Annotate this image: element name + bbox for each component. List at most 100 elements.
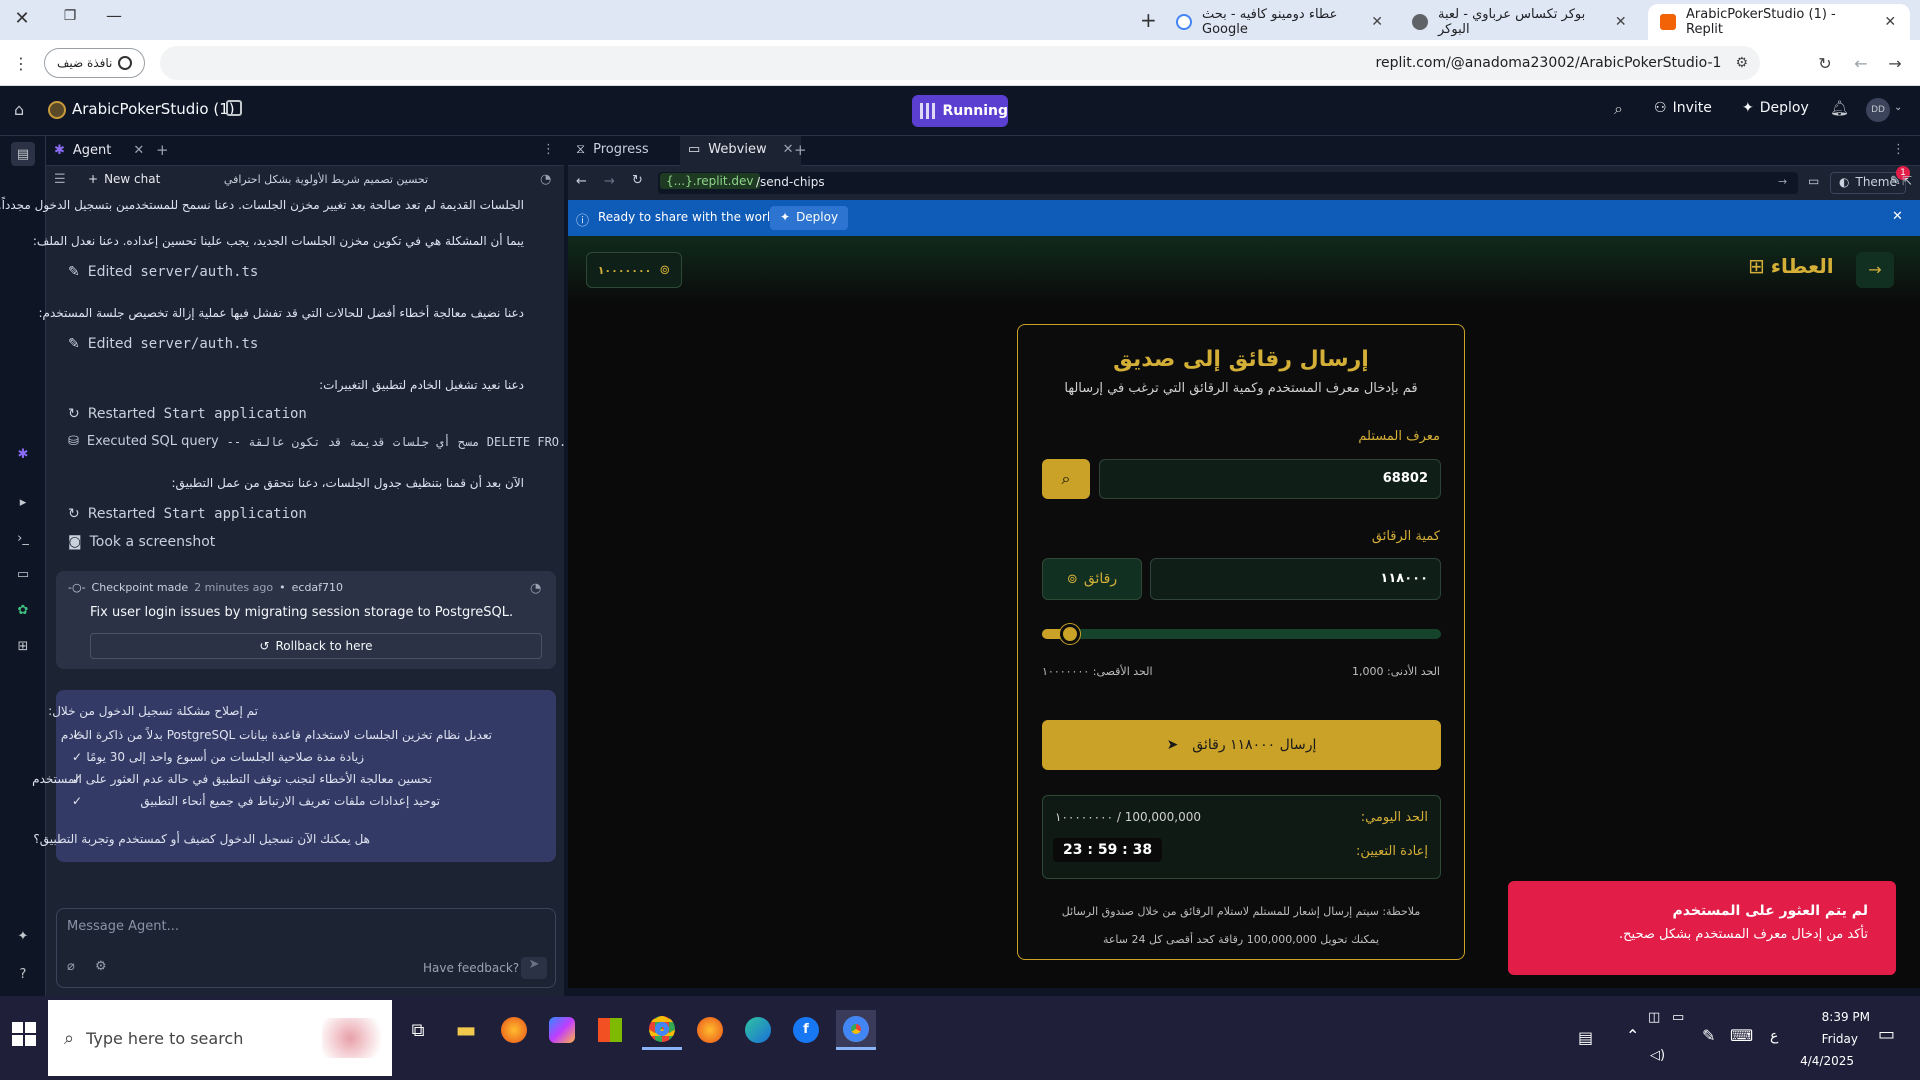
message-input[interactable]: Message Agent... bbox=[67, 919, 179, 934]
language-indicator[interactable]: ع bbox=[1770, 1028, 1778, 1044]
clock-day[interactable]: Friday bbox=[1800, 1032, 1858, 1046]
close-tab-icon[interactable]: ✕ bbox=[133, 143, 144, 158]
copilot-icon[interactable] bbox=[542, 1010, 582, 1050]
search-icon[interactable]: ⌕ bbox=[1614, 99, 1623, 119]
deploy-button[interactable]: ✦ Deploy bbox=[1742, 100, 1809, 116]
store-icon[interactable] bbox=[590, 1010, 630, 1050]
clock-date[interactable]: 4/4/2025 bbox=[1800, 1054, 1854, 1068]
window-restore-icon[interactable]: ❐ bbox=[56, 8, 84, 32]
user-avatar[interactable]: DD bbox=[1866, 98, 1890, 122]
address-bar[interactable]: replit.com/@anadoma23002/ArabicPokerStud… bbox=[160, 46, 1760, 80]
reload-icon[interactable]: ↻ bbox=[1812, 50, 1838, 76]
show-hidden-icons-chevron-icon[interactable]: ⌃ bbox=[1626, 1026, 1639, 1045]
error-toast[interactable]: لم يتم العثور على المستخدم تأكد من إدخال… bbox=[1508, 881, 1896, 975]
new-tab-icon[interactable]: + bbox=[1140, 8, 1157, 32]
message-composer[interactable]: Message Agent... ⌀ ⚙ Have feedback? ➤ bbox=[56, 908, 556, 988]
files-icon[interactable]: ▤ bbox=[11, 142, 35, 166]
action-restarted[interactable]: ↻ Restarted Start application bbox=[68, 506, 307, 522]
all-tools-icon[interactable]: ⊞ bbox=[13, 636, 33, 656]
close-tab-icon[interactable]: ✕ bbox=[783, 142, 794, 160]
reload-icon[interactable]: ↻ bbox=[632, 173, 643, 188]
site-settings-icon[interactable]: ⚙ bbox=[1735, 55, 1748, 71]
go-arrow-icon[interactable]: → bbox=[1778, 175, 1787, 188]
windows-start-icon[interactable] bbox=[12, 1022, 36, 1046]
tab-close-icon[interactable]: ✕ bbox=[1370, 14, 1384, 30]
file-explorer-icon[interactable]: ▬ bbox=[446, 1010, 486, 1050]
running-button[interactable]: Running bbox=[912, 95, 1008, 127]
open-new-window-icon[interactable]: ⇱ bbox=[1902, 174, 1916, 188]
meet-now-icon[interactable]: ◫ bbox=[1648, 1010, 1660, 1025]
amount-input[interactable]: ١١٨٠٠٠ bbox=[1150, 558, 1441, 600]
tab-agent[interactable]: ✱ Agent ✕ bbox=[54, 143, 144, 158]
balance-chip[interactable]: ١٠٠٠٠٠٠٠ ⊚ bbox=[586, 252, 682, 288]
notifications-bell-icon[interactable]: 🔔︎ bbox=[1830, 99, 1849, 117]
shell-icon[interactable]: ›_ bbox=[13, 528, 33, 548]
window-minimize-icon[interactable]: — bbox=[100, 6, 128, 30]
search-user-button[interactable]: ⌕ bbox=[1042, 459, 1090, 499]
tab-webview[interactable]: ▭ Webview ✕ bbox=[680, 136, 802, 166]
feedback-link[interactable]: Have feedback? bbox=[423, 961, 519, 975]
action-restarted[interactable]: ↻ Restarted Start application bbox=[68, 406, 307, 422]
action-sql-query[interactable]: ⛁ Executed SQL query -- مسح أي جلسات قديمة… bbox=[68, 434, 581, 449]
checkpoint-preview-icon[interactable]: ◔ bbox=[530, 581, 541, 596]
chrome-active-icon[interactable] bbox=[836, 1010, 876, 1050]
add-tab-icon[interactable]: + bbox=[794, 141, 807, 159]
banner-deploy-button[interactable]: ✦ Deploy bbox=[770, 206, 849, 230]
close-banner-icon[interactable]: ✕ bbox=[1892, 209, 1903, 224]
browser-tab-poker[interactable]: بوكر تكساس عرباوي - لعبة البوكر ✕ bbox=[1400, 4, 1640, 40]
tab-progress[interactable]: ⧖ Progress bbox=[576, 142, 649, 157]
action-screenshot[interactable]: ◙ Took a screenshot bbox=[68, 534, 215, 550]
checkpoint-commit[interactable]: ecdaf710 bbox=[292, 581, 343, 594]
more-options-icon[interactable]: ⋮ bbox=[1892, 142, 1905, 157]
volume-icon[interactable]: ◁) bbox=[1650, 1048, 1665, 1063]
keyboard-layout-icon[interactable]: ▤ bbox=[1578, 1028, 1593, 1047]
more-options-icon[interactable]: ⋮ bbox=[542, 142, 555, 157]
task-view-icon[interactable]: ⧉ bbox=[398, 1010, 438, 1050]
touch-keyboard-icon[interactable]: ⌨ bbox=[1730, 1026, 1753, 1045]
tab-close-icon[interactable]: ✕ bbox=[1882, 14, 1898, 30]
invite-button[interactable]: ⚇ Invite bbox=[1654, 100, 1712, 116]
devtools-icon[interactable]: ▭ bbox=[1808, 174, 1819, 188]
webview-url-input[interactable]: {...}.replit.dev /send-chips → bbox=[658, 172, 1798, 194]
taskbar-search[interactable]: ⌕ Type here to search bbox=[48, 1000, 392, 1076]
project-name[interactable]: ArabicPokerStudio (1) bbox=[72, 100, 235, 118]
notification-center-icon[interactable]: ▭ bbox=[1878, 1024, 1895, 1045]
attach-icon[interactable]: ⌀ bbox=[67, 959, 75, 974]
firefox-icon[interactable] bbox=[494, 1010, 534, 1050]
sparkle-icon[interactable]: ✦ bbox=[13, 926, 33, 946]
send-chips-button[interactable]: إرسال ١١٨٠٠٠ رقائق ➤ bbox=[1042, 720, 1441, 770]
webview-icon[interactable]: ▭ bbox=[13, 564, 33, 584]
back-icon[interactable]: ← bbox=[576, 174, 587, 189]
back-icon[interactable]: → bbox=[1882, 50, 1908, 76]
back-arrow-icon[interactable]: → bbox=[1856, 252, 1894, 288]
forward-icon[interactable]: → bbox=[604, 174, 615, 189]
add-tab-icon[interactable]: + bbox=[156, 141, 169, 159]
chat-title[interactable]: تحسين تصميم شريط الأولوية بشكل احترافي bbox=[216, 173, 436, 186]
firefox-icon[interactable] bbox=[690, 1010, 730, 1050]
chat-history-icon[interactable]: ☰ bbox=[54, 172, 66, 187]
edge-icon[interactable] bbox=[738, 1010, 778, 1050]
guest-window-chip[interactable]: نافذة ضيف bbox=[44, 48, 146, 78]
agent-settings-icon[interactable]: ◔ bbox=[540, 172, 551, 187]
forward-icon[interactable]: ← bbox=[1848, 50, 1874, 76]
home-icon[interactable]: ⌂ bbox=[14, 100, 24, 119]
rollback-button[interactable]: ↺ Rollback to here bbox=[90, 633, 542, 659]
chevron-down-icon[interactable]: ⌄ bbox=[1894, 102, 1902, 113]
new-chat-button[interactable]: + New chat bbox=[88, 172, 160, 186]
help-icon[interactable]: ? bbox=[13, 964, 33, 984]
deployments-icon[interactable]: ✿ bbox=[13, 600, 33, 620]
window-close-icon[interactable]: ✕ bbox=[8, 8, 36, 32]
amount-slider-thumb[interactable] bbox=[1059, 624, 1080, 644]
browser-tab-google[interactable]: عطاء دومينو كافيه - بحث Google ✕ bbox=[1164, 4, 1396, 40]
pen-icon[interactable]: ✎ bbox=[1702, 1026, 1715, 1045]
network-icon[interactable]: ▭ bbox=[1672, 1010, 1684, 1025]
settings-icon[interactable]: ⚙ bbox=[95, 959, 107, 974]
tab-close-icon[interactable]: ✕ bbox=[1614, 14, 1628, 30]
facebook-icon[interactable]: f bbox=[786, 1010, 826, 1050]
browser-tab-replit[interactable]: ArabicPokerStudio (1) - Replit ✕ bbox=[1648, 4, 1910, 40]
browser-menu-icon[interactable]: ⋮ bbox=[8, 50, 34, 76]
amount-slider-track[interactable] bbox=[1042, 624, 1441, 644]
send-message-icon[interactable]: ➤ bbox=[521, 957, 547, 979]
url-text[interactable]: replit.com/@anadoma23002/ArabicPokerStud… bbox=[1376, 55, 1722, 71]
chrome-icon[interactable] bbox=[642, 1010, 682, 1050]
